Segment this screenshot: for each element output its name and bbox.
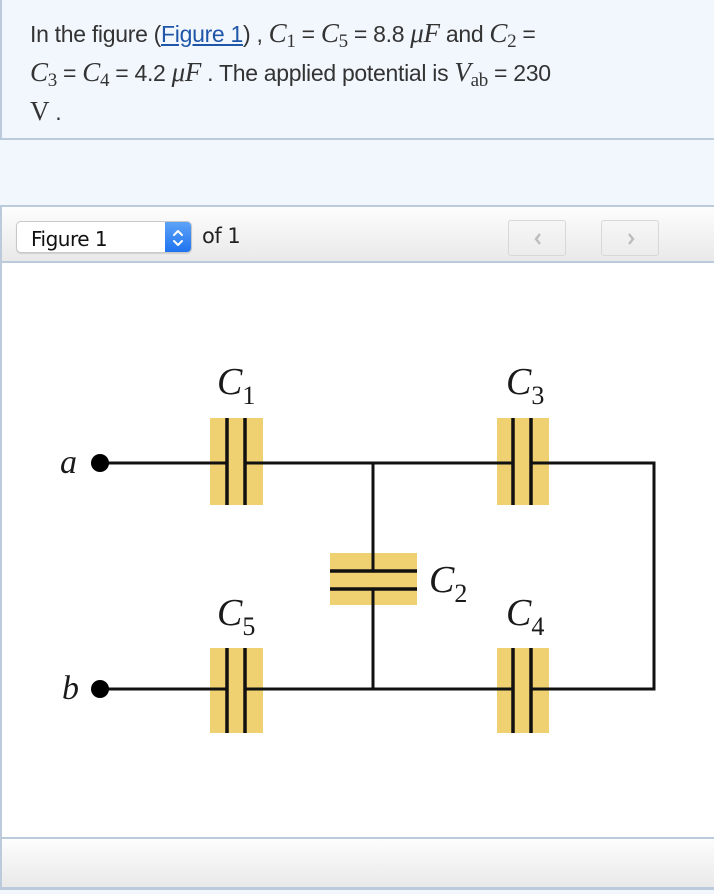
c3-label: C3 <box>506 361 544 410</box>
c1-label: C1 <box>217 361 255 410</box>
figure-footer-bar <box>0 837 714 889</box>
circuit-diagram: a b C1 C3 C2 C5 C4 <box>60 361 656 733</box>
wire-c3-right-c4 <box>531 461 656 691</box>
terminal-b-label: b <box>62 670 79 707</box>
c2-label: C2 <box>429 559 467 608</box>
terminal-a-node <box>91 454 109 472</box>
terminal-a-label: a <box>60 444 77 481</box>
c4-label: C4 <box>506 592 544 641</box>
c5-label: C5 <box>217 592 255 641</box>
terminal-b-node <box>91 680 109 698</box>
